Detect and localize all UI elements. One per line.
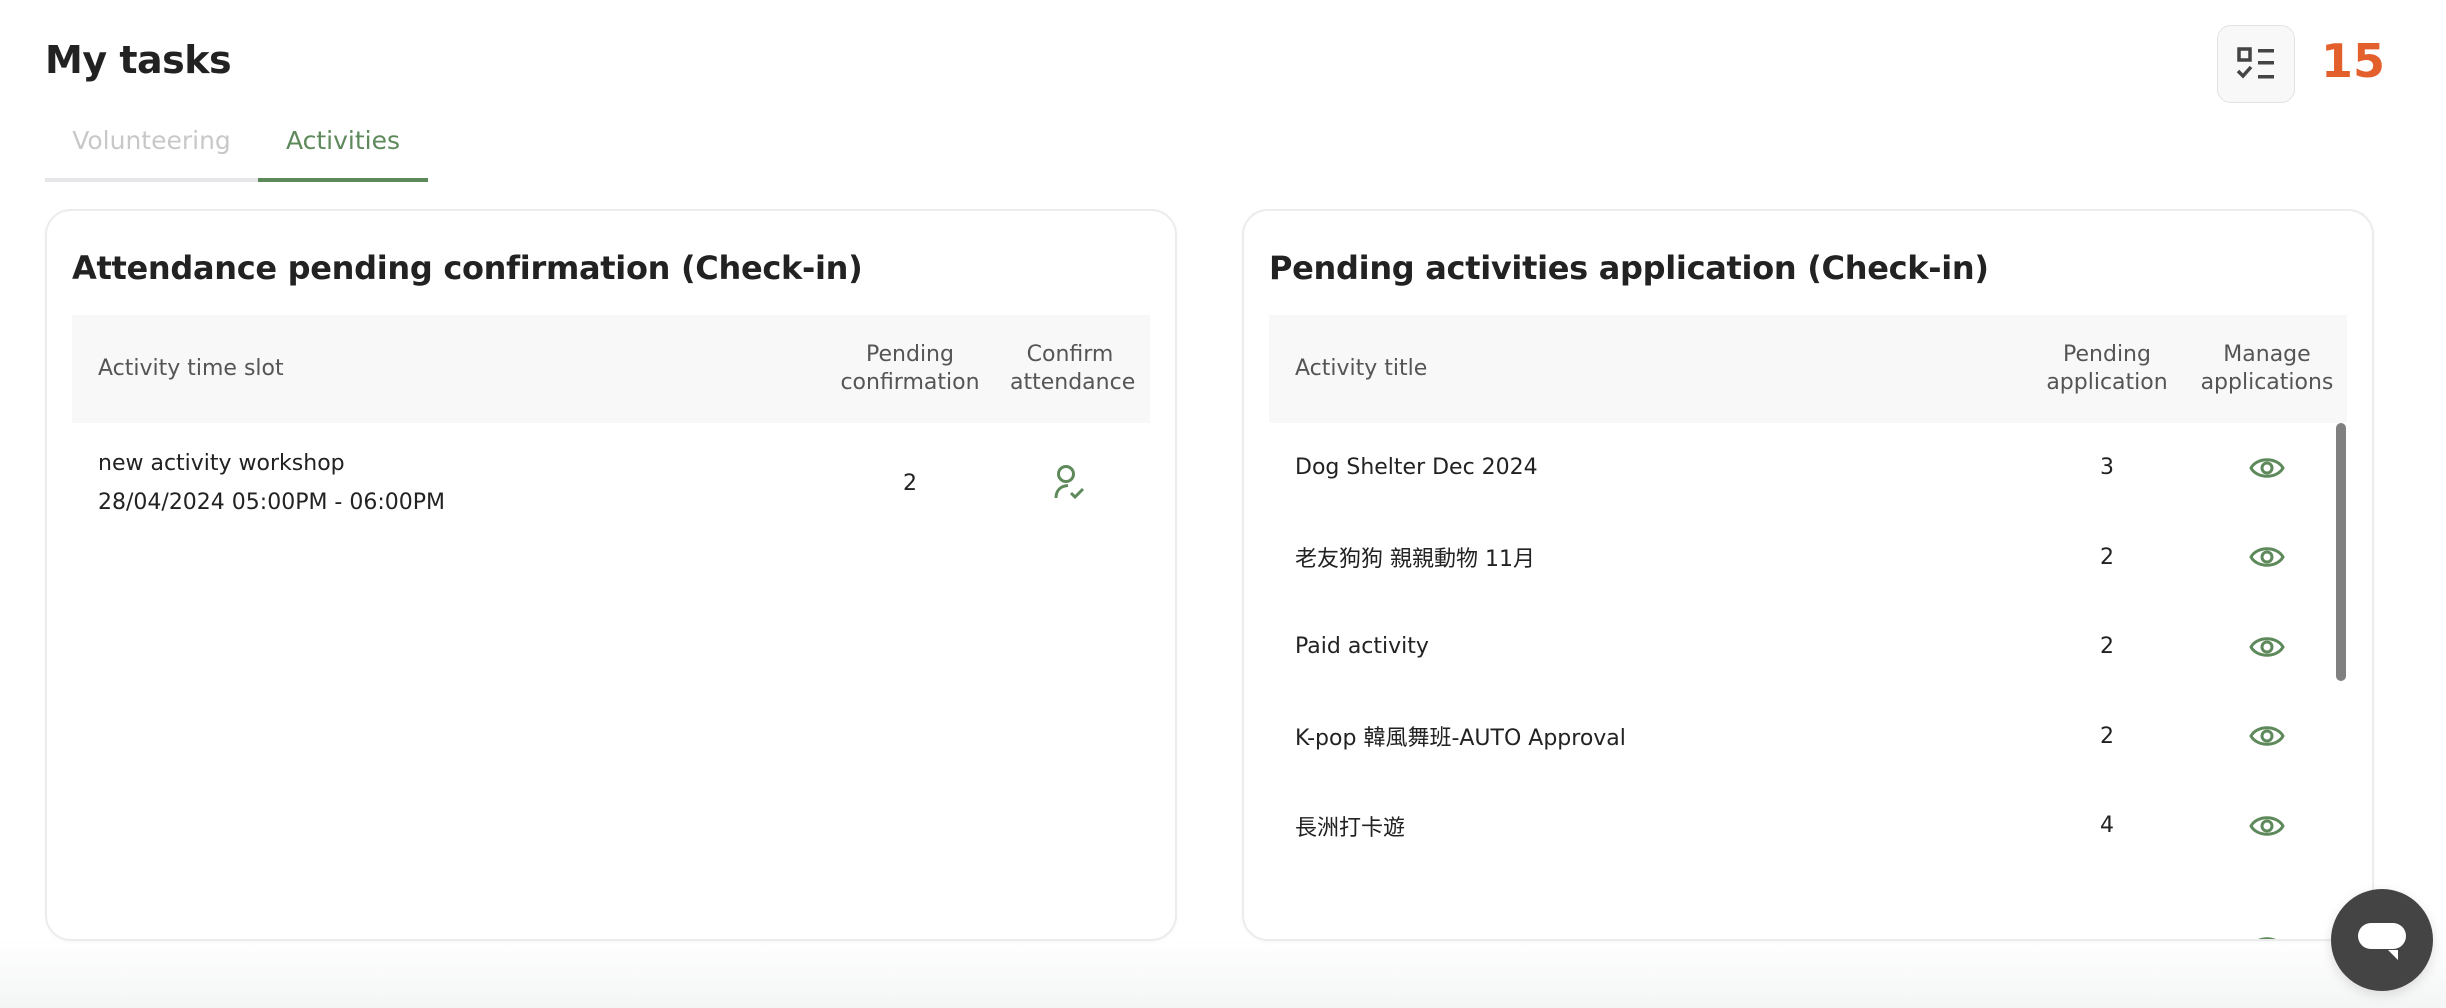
column-header-pending-application: Pending application: [2027, 341, 2187, 397]
column-header-manage-applications: Manage applications: [2187, 341, 2347, 397]
checklist-icon: [2236, 47, 2274, 79]
eye-icon: [2249, 547, 2285, 567]
activity-title: K-pop 韓風舞班-AUTO Approval: [1295, 726, 1626, 752]
pending-application-count: 2: [2100, 723, 2114, 749]
pending-confirmation-count: 2: [903, 470, 917, 496]
table-row: 老友狗狗 親親動物 11月 2: [1269, 513, 2347, 603]
activity-title: Paid activity: [1295, 634, 1429, 660]
activity-time-slot-cell: new activity workshop 28/04/2024 05:00PM…: [72, 451, 830, 515]
column-header-activity-title: Activity title: [1295, 356, 1428, 381]
table-row: Dog Shelter Dec 2024 3: [1269, 423, 2347, 513]
task-count-badge: 15: [2321, 34, 2386, 88]
time-slot: 28/04/2024 05:00PM - 06:00PM: [98, 490, 446, 515]
applications-table-body: Dog Shelter Dec 2024 3 老友狗狗 親親動物 11月 2 P…: [1269, 423, 2347, 939]
applications-card: Pending activities application (Check-in…: [1242, 209, 2374, 941]
manage-applications-button[interactable]: [2187, 723, 2347, 749]
manage-applications-button[interactable]: [2187, 813, 2347, 839]
column-header-text: Pending confirmation: [840, 342, 980, 395]
column-header-confirm-attendance: Confirm attendance: [990, 341, 1150, 397]
table-row-partial: [1269, 871, 2347, 939]
page-bottom-fade: [0, 938, 2446, 1008]
pending-application-count: 2: [2100, 634, 2114, 660]
attendance-card-title: Attendance pending confirmation (Check-i…: [72, 249, 863, 287]
table-row: new activity workshop 28/04/2024 05:00PM…: [72, 423, 1150, 543]
tabs: Volunteering Activities: [45, 126, 428, 182]
table-row: Paid activity 2: [1269, 602, 2347, 692]
page-title: My tasks: [45, 38, 232, 82]
applications-table-header: Activity title Pending application Manag…: [1269, 315, 2347, 423]
tab-volunteering[interactable]: Volunteering: [45, 126, 258, 182]
column-header-text: Confirm attendance: [1010, 342, 1136, 395]
applications-card-title: Pending activities application (Check-in…: [1269, 249, 1989, 287]
task-list-button[interactable]: [2217, 25, 2295, 103]
activity-title: 老友狗狗 親親動物 11月: [1295, 547, 1535, 573]
user-check-icon: [1054, 465, 1085, 500]
attendance-table-header: Activity time slot Pending confirmation …: [72, 315, 1150, 423]
manage-applications-button[interactable]: [2187, 455, 2347, 481]
pending-application-count: 2: [2100, 544, 2114, 570]
manage-applications-button[interactable]: [2187, 934, 2347, 939]
eye-icon: [2249, 726, 2285, 746]
manage-applications-button[interactable]: [2187, 634, 2347, 660]
eye-icon: [2249, 458, 2285, 478]
activity-name: new activity workshop: [98, 451, 345, 476]
column-header-pending-confirmation: Pending confirmation: [830, 341, 990, 397]
eye-icon: [2249, 816, 2285, 836]
column-header-activity-time-slot: Activity time slot: [98, 356, 284, 381]
column-header-text: Pending application: [2046, 342, 2168, 395]
tab-activities[interactable]: Activities: [258, 126, 428, 182]
attendance-card: Attendance pending confirmation (Check-i…: [45, 209, 1177, 941]
eye-icon: [2258, 937, 2276, 939]
column-header-text: Manage applications: [2200, 342, 2334, 395]
activity-title: 長洲打卡遊: [1295, 815, 1406, 841]
activity-title: Dog Shelter Dec 2024: [1295, 455, 1538, 481]
eye-icon: [2249, 637, 2285, 657]
table-row: K-pop 韓風舞班-AUTO Approval 2: [1269, 692, 2347, 782]
applications-scrollbar[interactable]: [2335, 423, 2347, 939]
scrollbar-thumb[interactable]: [2336, 423, 2346, 681]
attendance-table-body: new activity workshop 28/04/2024 05:00PM…: [72, 423, 1150, 939]
pending-application-count: 4: [2100, 813, 2114, 839]
chat-button[interactable]: [2331, 889, 2433, 991]
chat-bubble-icon: [2358, 923, 2406, 960]
pending-application-count: 3: [2100, 455, 2114, 481]
table-row: 長洲打卡遊 4: [1269, 781, 2347, 871]
confirm-attendance-button[interactable]: [990, 464, 1150, 502]
manage-applications-button[interactable]: [2187, 544, 2347, 570]
